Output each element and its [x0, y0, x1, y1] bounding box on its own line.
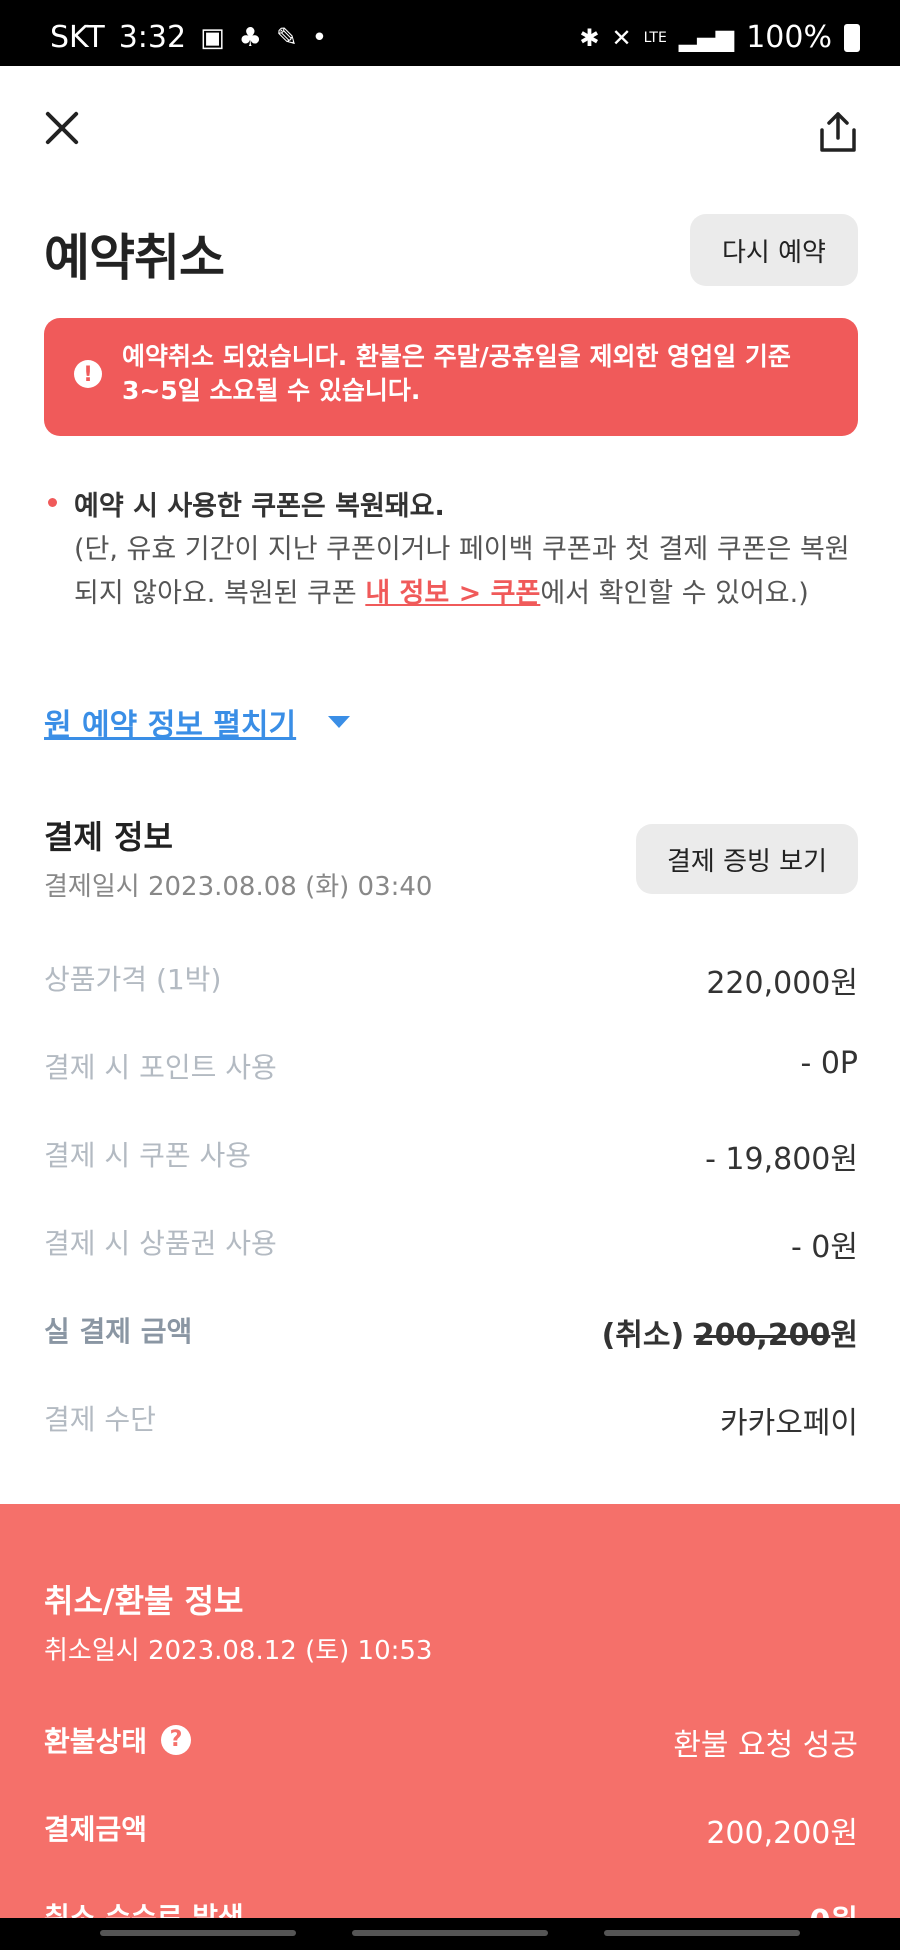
row-value: - 19,800원: [705, 1142, 858, 1177]
refund-section-title: 취소/환불 정보: [44, 1582, 244, 1620]
row-label: 환불상태: [44, 1725, 148, 1758]
payment-row: 결제 시 포인트 사용 - 0P: [44, 1046, 858, 1086]
row-label: 상품가격 (1박): [44, 963, 222, 996]
battery-percent: 100%: [746, 20, 832, 55]
row-label: 결제금액: [44, 1813, 148, 1846]
refund-date: 취소일시 2023.08.12 (토) 10:53: [44, 1636, 433, 1666]
row-label: 실 결제 금액: [44, 1315, 193, 1348]
payment-row: 상품가격 (1박) 220,000원: [44, 958, 858, 1001]
expand-original-booking-link[interactable]: 원 예약 정보 펼치기: [44, 700, 296, 744]
payment-section-title: 결제 정보: [44, 818, 173, 856]
more-notifications-dot-icon: •: [311, 22, 328, 53]
row-value: 환불 요청 성공: [673, 1728, 858, 1763]
refund-status-label-group: 환불상태?: [44, 1720, 192, 1760]
refund-status-row: 환불상태? 환불 요청 성공: [44, 1720, 858, 1763]
receipt-button[interactable]: 결제 증빙 보기: [636, 824, 858, 894]
payment-row: 결제 시 상품권 사용 - 0원: [44, 1222, 858, 1265]
cancelled-prefix: (취소): [601, 1318, 685, 1353]
payment-date: 결제일시 2023.08.08 (화) 03:40: [44, 872, 433, 902]
app-notification-icon: ♣: [238, 22, 262, 53]
bluetooth-icon: ✱: [579, 23, 600, 52]
actual-payment-row: 실 결제 금액 (취소) 200,200원: [44, 1310, 858, 1353]
notice-body-tail: 에서 확인할 수 있어요.): [540, 578, 809, 609]
battery-icon: [844, 23, 860, 52]
refund-section: 취소/환불 정보 취소일시 2023.08.12 (토) 10:53 환불상태?…: [0, 1504, 900, 1950]
lte-icon: LTE: [643, 29, 667, 46]
page-title: 예약취소: [44, 229, 225, 287]
exclamation-icon: !: [74, 360, 102, 388]
row-value: - 0원: [790, 1230, 858, 1265]
refund-amount-row: 결제금액 200,200원: [44, 1808, 858, 1851]
caret-down-icon[interactable]: [328, 716, 350, 728]
row-value: 220,000원: [706, 966, 858, 1001]
nav-back[interactable]: [604, 1930, 800, 1936]
notice-title: 예약 시 사용한 쿠폰은 복원돼요.: [74, 491, 445, 522]
row-label: 결제 수단: [44, 1403, 156, 1436]
row-value: 200,200원: [706, 1816, 858, 1851]
row-value: - 0P: [800, 1046, 858, 1081]
close-icon[interactable]: [38, 104, 86, 152]
status-bar: SKT 3:32 ▣ ♣ ✎ • ✱ ✕ LTE ▂▄▆ 100%: [0, 0, 900, 66]
signal-icon: ▂▄▆: [678, 23, 735, 52]
status-right: ✱ ✕ LTE ▂▄▆ 100%: [579, 20, 860, 55]
row-label: 결제 시 포인트 사용: [44, 1051, 277, 1084]
payment-method-row: 결제 수단 카카오페이: [44, 1398, 858, 1441]
payment-row: 결제 시 쿠폰 사용 - 19,800원: [44, 1134, 858, 1177]
row-value: (취소) 200,200원: [602, 1310, 858, 1354]
notice-body: (단, 유효 기간이 지난 쿠폰이거나 페이백 쿠폰과 첫 결제 쿠폰은 복원되…: [74, 528, 870, 616]
alert-message: 예약취소 되었습니다. 환불은 주말/공휴일을 제외한 영업일 기준 3~5일 …: [122, 342, 791, 405]
cancelled-amount: 200,200: [693, 1318, 831, 1353]
amount-unit: 원: [830, 1318, 858, 1353]
share-icon[interactable]: [816, 110, 860, 154]
row-value: 카카오페이: [720, 1406, 858, 1441]
coupon-link[interactable]: 내 정보 > 쿠폰: [365, 578, 540, 609]
row-label: 결제 시 상품권 사용: [44, 1227, 277, 1260]
nav-recent-apps[interactable]: [100, 1930, 296, 1936]
status-left: SKT 3:32 ▣ ♣ ✎ •: [50, 20, 327, 55]
carrier-label: SKT: [50, 20, 105, 55]
system-nav-bar: [0, 1918, 900, 1950]
mute-icon: ✕: [611, 23, 632, 52]
app-notification-icon-2: ✎: [275, 22, 298, 53]
nav-home[interactable]: [352, 1930, 548, 1936]
bullet-dot-icon: [48, 498, 57, 507]
row-label: 결제 시 쿠폰 사용: [44, 1139, 252, 1172]
cancel-alert-banner: ! 예약취소 되었습니다. 환불은 주말/공휴일을 제외한 영업일 기준 3~5…: [44, 318, 858, 436]
clock: 3:32: [118, 20, 187, 55]
help-icon[interactable]: ?: [161, 1725, 192, 1755]
rebook-button[interactable]: 다시 예약: [690, 214, 858, 286]
gallery-icon: ▣: [200, 22, 225, 53]
